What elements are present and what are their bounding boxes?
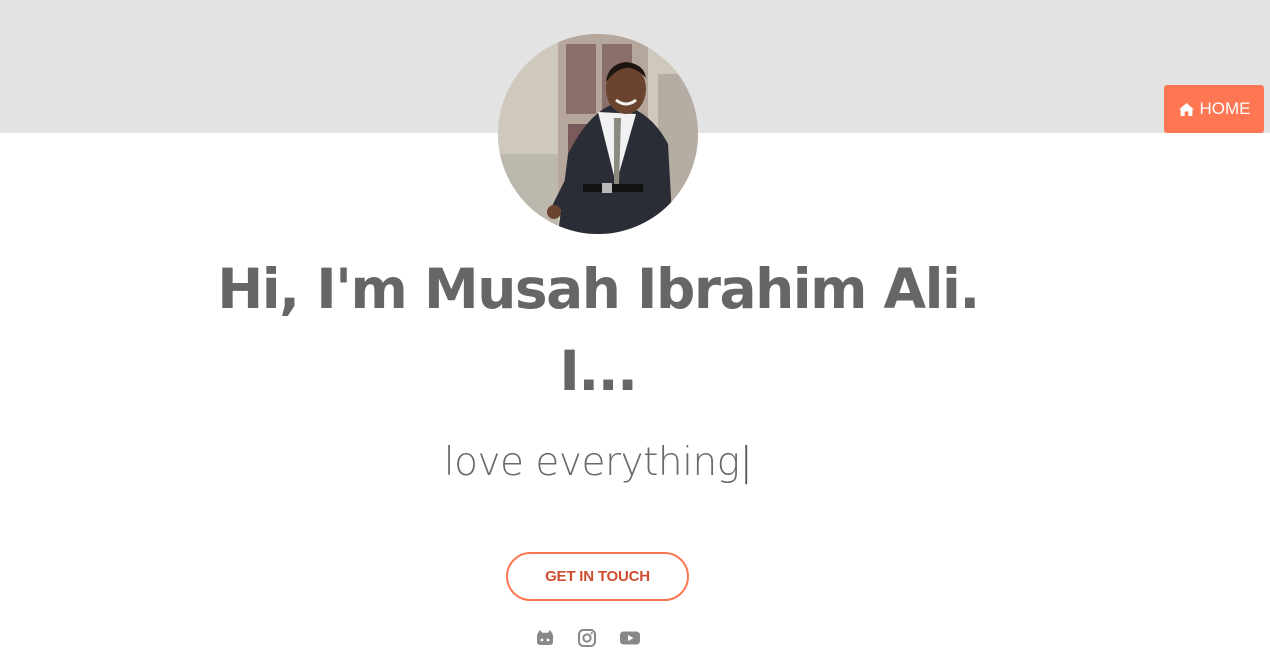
github-icon [536,630,554,645]
headline-line-2: I... [559,339,638,403]
instagram-link[interactable] [577,628,597,648]
youtube-icon [620,631,640,645]
youtube-link[interactable] [619,628,640,648]
typed-text: love everything| [0,434,1196,492]
home-button-label: HOME [1199,99,1251,118]
instagram-icon [578,629,596,647]
profile-photo [498,34,698,234]
github-link[interactable] [535,628,555,648]
hero-headline: Hi, I'm Musah Ibrahim Ali. I... [0,248,1196,412]
page: HOME Hi, I'm Musah Ibrahim Ali. I... lov… [0,0,1270,658]
typed-text-value: love everything [443,440,740,485]
get-in-touch-button[interactable]: GET IN TOUCH [506,552,689,601]
social-links [535,627,640,649]
typing-cursor: | [739,440,753,485]
home-button[interactable]: HOME [1164,85,1264,133]
headline-line-1: Hi, I'm Musah Ibrahim Ali. [217,257,980,321]
home-icon [1178,102,1194,116]
